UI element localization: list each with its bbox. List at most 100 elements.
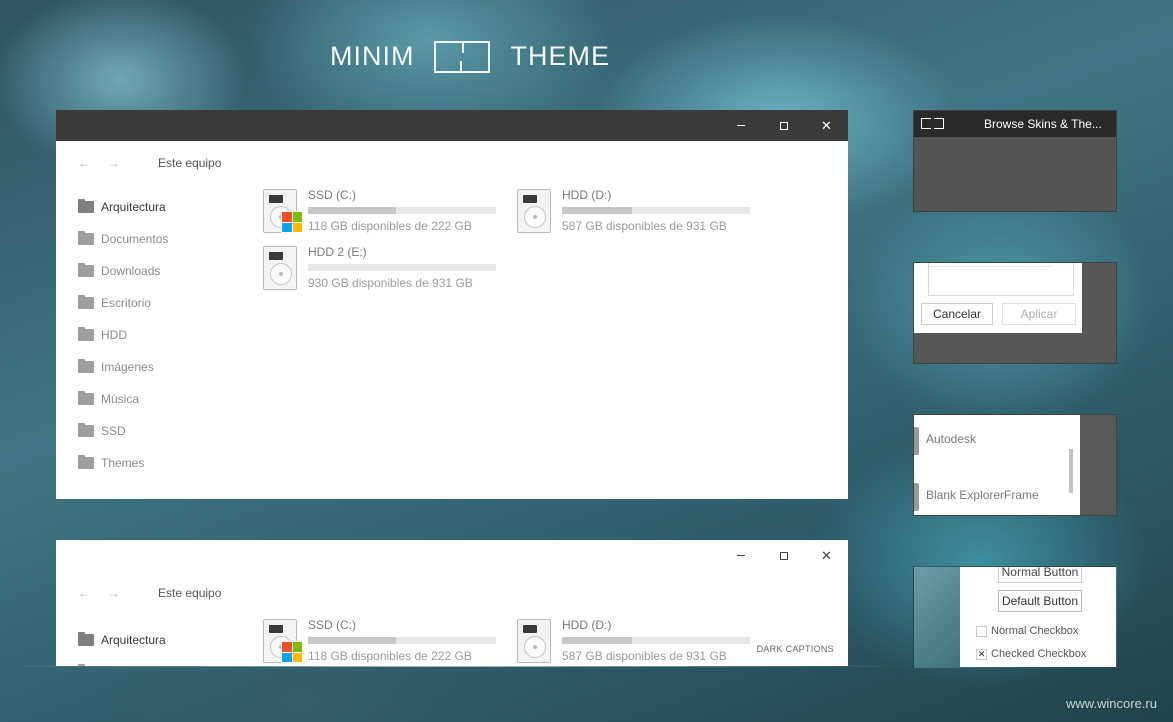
minimize-icon	[736, 125, 745, 126]
sidebar-item-label: SSD	[101, 424, 126, 438]
drive-tile-e[interactable]: HDD 2 (E:) 930 GB disponibles de 931 GB	[263, 245, 503, 296]
close-button[interactable]: ✕	[805, 540, 848, 571]
drive-usage-bar	[562, 637, 750, 644]
minimize-icon	[736, 555, 745, 556]
sidebar-item-label: Arquitectura	[101, 633, 166, 647]
checked-checkbox[interactable]: ✕ Checked Checkbox	[976, 648, 1086, 660]
hard-drive-icon	[517, 189, 551, 233]
apply-button[interactable]: Aplicar	[1002, 303, 1076, 325]
dark-captions-label: DARK CAPTIONS	[756, 644, 834, 654]
maximize-button[interactable]	[762, 110, 805, 141]
drive-tile-c[interactable]: SSD (C:) 118 GB disponibles de 222 GB	[263, 618, 503, 666]
checkbox-label: Checked Checkbox	[991, 648, 1087, 660]
checked-checkbox-icon: ✕	[976, 648, 987, 660]
theme-header: MINIM THEME	[330, 38, 610, 74]
explorer-window-light: ✕ ← → Este equipo Arquitectura Documento…	[56, 540, 848, 666]
minimize-button[interactable]	[719, 110, 762, 141]
sidebar-item-downloads[interactable]: Downloads	[78, 255, 238, 287]
preview-list: Autodesk Blank ExplorerFrame	[913, 414, 1117, 516]
breadcrumb[interactable]: Este equipo	[158, 156, 221, 170]
drive-tile-d[interactable]: HDD (D:) 587 GB disponibles de 931 GB	[517, 188, 757, 239]
sidebar-item-label: Downloads	[101, 264, 161, 278]
preview-browse-skins: Browse Skins & The...	[913, 110, 1117, 212]
folder-icon	[78, 199, 94, 213]
drive-free-space: 587 GB disponibles de 931 GB	[562, 219, 727, 233]
navigation-pane: Arquitectura Documentos	[78, 624, 238, 666]
windows-logo-icon	[281, 211, 303, 233]
sidebar-item-label: Escritorio	[101, 296, 152, 310]
navigation-pane: Arquitectura Documentos Downloads Escrit…	[78, 191, 238, 479]
sidebar-item-ssd[interactable]: SSD	[78, 415, 238, 447]
sidebar-item-documentos[interactable]: Documentos	[78, 223, 238, 255]
back-button[interactable]: ←	[78, 586, 108, 600]
drive-free-space: 118 GB disponibles de 222 GB	[308, 219, 472, 233]
sidebar-item-musica[interactable]: Música	[78, 383, 238, 415]
folder-icon	[78, 263, 94, 277]
sidebar-item-hdd[interactable]: HDD	[78, 319, 238, 351]
default-button[interactable]: Default Button	[998, 590, 1082, 612]
sidebar-item-label: Themes	[101, 456, 145, 470]
folder-icon	[78, 455, 94, 469]
minimize-button[interactable]	[719, 540, 762, 571]
cancel-button[interactable]: Cancelar	[921, 303, 993, 325]
address-bar: ← → Este equipo	[56, 571, 848, 615]
sidebar-item-label: Música	[101, 392, 140, 406]
folder-icon	[78, 423, 94, 437]
folder-icon	[78, 632, 94, 646]
drive-usage-bar	[308, 207, 496, 214]
drive-free-space: 930 GB disponibles de 931 GB	[308, 276, 473, 290]
preview-dialog: Cancelar Aplicar	[913, 262, 1117, 364]
sidebar-item-label: HDD	[101, 328, 127, 342]
list-item[interactable]: Blank ExplorerFrame	[926, 488, 1039, 502]
drive-tile-d[interactable]: HDD (D:) 587 GB disponibles de 931 GB	[517, 618, 757, 666]
list-item[interactable]: Autodesk	[926, 432, 976, 446]
drive-usage-bar	[562, 207, 750, 214]
preview-title: Browse Skins & The...	[984, 117, 1102, 131]
header-right-word: THEME	[510, 40, 610, 71]
maximize-button[interactable]	[762, 540, 805, 571]
watermark: www.wincore.ru	[1065, 696, 1157, 711]
sidebar-item-escritorio[interactable]: Escritorio	[78, 287, 238, 319]
controls-panel: Normal Button Default Button Normal Chec…	[960, 567, 1116, 667]
drive-free-space: 587 GB disponibles de 931 GB	[562, 649, 727, 663]
sidebar-item-imagenes[interactable]: Imágenes	[78, 351, 238, 383]
normal-button[interactable]: Normal Button	[998, 567, 1082, 583]
address-bar: ← → Este equipo	[56, 141, 848, 185]
scrollbar[interactable]	[1069, 449, 1073, 493]
checkbox-label: Normal Checkbox	[991, 625, 1079, 637]
header-left-word: MINIM	[330, 40, 415, 71]
windows-logo-icon	[281, 641, 303, 663]
drive-tile-c[interactable]: SSD (C:) 118 GB disponibles de 222 GB	[263, 188, 503, 239]
dialog-content-box	[928, 263, 1074, 296]
folder-icon	[78, 327, 94, 341]
selection-marker	[914, 483, 919, 511]
folder-icon	[78, 391, 94, 405]
explorer-window-dark: ✕ ← → Este equipo Arquitectura Documento…	[56, 110, 848, 499]
sidebar-item-label: Imágenes	[101, 360, 154, 374]
titlebar[interactable]: ✕	[56, 540, 848, 571]
normal-checkbox[interactable]: Normal Checkbox	[976, 625, 1078, 637]
dialog-panel: Cancelar Aplicar	[914, 263, 1082, 333]
selection-marker	[914, 427, 919, 455]
close-button[interactable]: ✕	[805, 110, 848, 141]
hard-drive-icon	[517, 619, 551, 663]
forward-button[interactable]: →	[108, 156, 138, 170]
list-panel: Autodesk Blank ExplorerFrame	[914, 415, 1080, 515]
drive-name: HDD (D:)	[562, 618, 612, 632]
forward-button[interactable]: →	[108, 586, 138, 600]
drive-name: HDD (D:)	[562, 188, 612, 202]
close-icon: ✕	[821, 118, 832, 133]
back-button[interactable]: ←	[78, 156, 108, 170]
preview-controls: Normal Button Default Button Normal Chec…	[913, 566, 1117, 668]
breadcrumb[interactable]: Este equipo	[158, 586, 221, 600]
folder-icon	[78, 295, 94, 309]
sidebar-item-themes[interactable]: Themes	[78, 447, 238, 479]
minim-logo-icon	[921, 118, 944, 129]
drive-free-space: 118 GB disponibles de 222 GB	[308, 649, 472, 663]
minim-logo-icon	[434, 41, 491, 73]
drive-name: SSD (C:)	[308, 618, 356, 632]
sidebar-item-arquitectura[interactable]: Arquitectura	[78, 191, 238, 223]
drive-name: HDD 2 (E:)	[308, 245, 367, 259]
sidebar-item-arquitectura[interactable]: Arquitectura	[78, 624, 238, 656]
titlebar[interactable]: ✕	[56, 110, 848, 141]
